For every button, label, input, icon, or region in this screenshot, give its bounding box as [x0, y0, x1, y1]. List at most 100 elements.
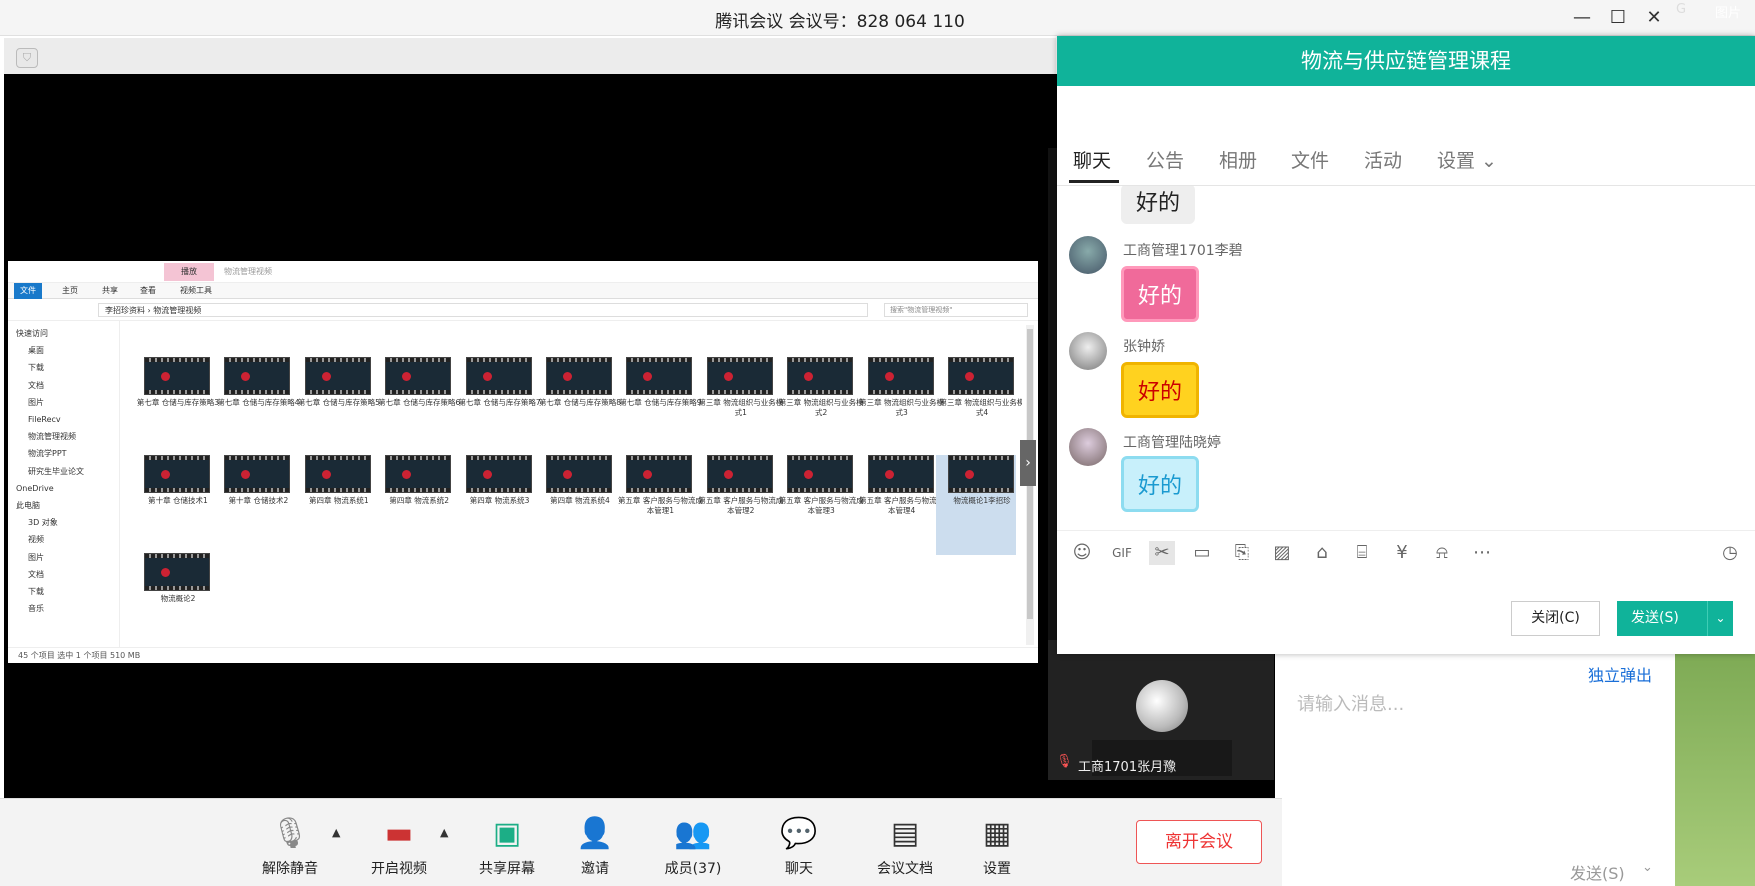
gallery-icon[interactable]: ⌂: [1309, 541, 1335, 565]
leave-meeting-button[interactable]: 离开会议: [1136, 820, 1262, 864]
nav-item[interactable]: 3D 对象: [28, 514, 58, 531]
video-options-icon[interactable]: ▲: [440, 826, 448, 839]
nav-item[interactable]: 此电脑: [16, 497, 40, 514]
nav-item[interactable]: 视频: [28, 531, 44, 548]
tab-album[interactable]: 相册: [1219, 146, 1257, 173]
nav-item[interactable]: 快速访问: [16, 325, 48, 342]
nav-item[interactable]: OneDrive: [16, 480, 54, 497]
send-options-icon[interactable]: ⌄: [1707, 601, 1733, 636]
tab-announcement[interactable]: 公告: [1146, 146, 1184, 173]
video-file[interactable]: 第三章 物流组织与业务模式2: [775, 357, 864, 457]
send-button-secondary[interactable]: 发送(S): [1570, 860, 1625, 884]
ribbon-tab-video-tools[interactable]: 视频工具: [174, 283, 218, 299]
video-file[interactable]: 第七章 仓储与库存策略7: [454, 357, 541, 457]
camera-off-icon: ▬: [384, 816, 414, 851]
ribbon-tab-view[interactable]: 查看: [134, 283, 162, 299]
tab-chat[interactable]: 聊天: [1073, 146, 1111, 173]
video-file[interactable]: 第四章 物流系统2: [373, 455, 453, 555]
video-file[interactable]: 第十章 仓储技术1: [132, 455, 212, 555]
file-name: 第五章 客户服务与物流成本管理3: [778, 496, 864, 515]
video-file[interactable]: 第三章 物流组织与业务模式1: [695, 357, 783, 457]
tab-activity[interactable]: 活动: [1364, 146, 1402, 173]
tab-settings[interactable]: 设置 ⌄: [1437, 146, 1497, 173]
video-file[interactable]: 第五章 客户服务与物流成本管理2: [695, 455, 783, 555]
video-file[interactable]: 第四章 物流系统3: [454, 455, 534, 555]
chat-messages: 好的 工商管理1701李碧 好的 张钟娇 好的 工商管理陆晓婷 好的: [1057, 186, 1755, 530]
participant-avatar: [1136, 680, 1188, 732]
nav-item[interactable]: 图片: [28, 549, 44, 566]
nav-item[interactable]: 音乐: [28, 600, 44, 617]
video-button[interactable]: ▬ 开启视频: [354, 814, 444, 878]
nav-item[interactable]: 文档: [28, 377, 44, 394]
ribbon-tab-file[interactable]: 文件: [14, 283, 42, 299]
invite-button[interactable]: 👤 邀请: [550, 814, 640, 878]
video-file[interactable]: 第七章 仓储与库存策略8: [534, 357, 621, 457]
maximize-button[interactable]: ☐: [1604, 6, 1632, 30]
close-button[interactable]: ✕: [1640, 6, 1668, 30]
expand-arrow-icon[interactable]: ›: [1020, 440, 1036, 486]
docs-button[interactable]: ▤ 会议文档: [860, 814, 950, 878]
video-file[interactable]: 第七章 仓储与库存策略9: [614, 357, 701, 457]
video-file[interactable]: 第三章 物流组织与业务模式4: [936, 357, 1022, 457]
video-file[interactable]: 物流概论1李招珍: [936, 455, 1016, 555]
video-file[interactable]: 第七章 仓储与库存策略5: [293, 357, 380, 457]
video-thumbnail: [546, 357, 612, 395]
gift-icon[interactable]: ⌸: [1349, 541, 1375, 565]
emoji-icon[interactable]: ☺: [1069, 541, 1095, 565]
mute-options-icon[interactable]: ▲: [332, 826, 340, 839]
image-icon[interactable]: ▨: [1269, 541, 1295, 565]
video-file[interactable]: 第四章 物流系统1: [293, 455, 373, 555]
video-file[interactable]: 物流概论2: [132, 553, 212, 647]
explorer-search[interactable]: 搜索"物流管理视频": [884, 303, 1028, 317]
shield-icon[interactable]: ⛉: [16, 48, 38, 68]
video-file[interactable]: 第七章 仓储与库存策略4: [212, 357, 299, 457]
desktop-label: G: [1676, 2, 1687, 17]
tab-play[interactable]: 播放: [164, 263, 214, 281]
nav-item[interactable]: 下载: [28, 359, 44, 376]
more-icon[interactable]: ⋯: [1469, 541, 1495, 565]
tab-files[interactable]: 文件: [1291, 146, 1329, 173]
clock-icon[interactable]: ◷: [1717, 541, 1743, 565]
video-file[interactable]: 第四章 物流系统4: [534, 455, 614, 555]
chat-panel: 物流与供应链管理课程 聊天 公告 相册 文件 活动 设置 ⌄ 好的 工商管理17…: [1057, 36, 1755, 654]
nav-item[interactable]: 物流管理视频: [28, 428, 76, 445]
close-chat-button[interactable]: 关闭(C): [1511, 601, 1600, 636]
nav-item[interactable]: FileRecv: [28, 411, 61, 428]
video-file[interactable]: 第五章 客户服务与物流成本管理1: [614, 455, 703, 555]
mute-button[interactable]: 🎙 解除静音: [245, 814, 335, 878]
folder-icon[interactable]: ▭: [1189, 541, 1215, 565]
minimize-button[interactable]: —: [1568, 6, 1596, 30]
chat-icon: 💬: [780, 816, 818, 851]
nav-item[interactable]: 研究生毕业论文: [28, 463, 84, 480]
nav-item[interactable]: 文档: [28, 566, 44, 583]
nav-item[interactable]: 下载: [28, 583, 44, 600]
bell-icon[interactable]: ⍾: [1429, 541, 1455, 565]
nav-item[interactable]: 物流学PPT: [28, 445, 67, 462]
ribbon-tab-share[interactable]: 共享: [96, 283, 124, 299]
logo-icon: [482, 372, 492, 381]
document-icon[interactable]: ⎘: [1229, 541, 1255, 565]
video-file[interactable]: 第三章 物流组织与业务模式3: [856, 357, 944, 457]
logo-icon: [563, 470, 572, 479]
video-file[interactable]: 第七章 仓储与库存策略6: [373, 357, 460, 457]
nav-item[interactable]: 桌面: [28, 342, 44, 359]
nav-item[interactable]: 图片: [28, 394, 44, 411]
ribbon: 文件 主页 共享 查看 视频工具: [8, 283, 1038, 299]
video-file[interactable]: 第五章 客户服务与物流成本管理4: [856, 455, 944, 555]
message-input[interactable]: 请输入消息...: [1297, 690, 1404, 716]
address-bar[interactable]: 李招珍资料 › 物流管理视频: [98, 303, 868, 317]
video-file[interactable]: 第十章 仓储技术2: [212, 455, 292, 555]
video-file[interactable]: 第七章 仓储与库存策略3: [132, 357, 219, 457]
chat-button[interactable]: 💬 聊天: [754, 814, 844, 878]
popout-link[interactable]: 独立弹出: [1588, 662, 1652, 686]
settings-button[interactable]: ▦ 设置: [952, 814, 1042, 878]
share-screen-button[interactable]: ▣ 共享屏幕: [462, 814, 552, 878]
gif-icon[interactable]: GIF: [1105, 541, 1139, 565]
red-packet-icon[interactable]: ¥: [1389, 541, 1415, 565]
scissors-icon[interactable]: ✂: [1149, 541, 1175, 565]
members-button[interactable]: 👥 成员(37): [648, 814, 738, 878]
ribbon-tab-home[interactable]: 主页: [56, 283, 84, 299]
send-dropdown-icon[interactable]: ⌄: [1642, 860, 1653, 875]
video-file[interactable]: 第五章 客户服务与物流成本管理3: [775, 455, 864, 555]
explorer-status: 45 个项目 选中 1 个项目 510 MB: [8, 647, 1038, 663]
